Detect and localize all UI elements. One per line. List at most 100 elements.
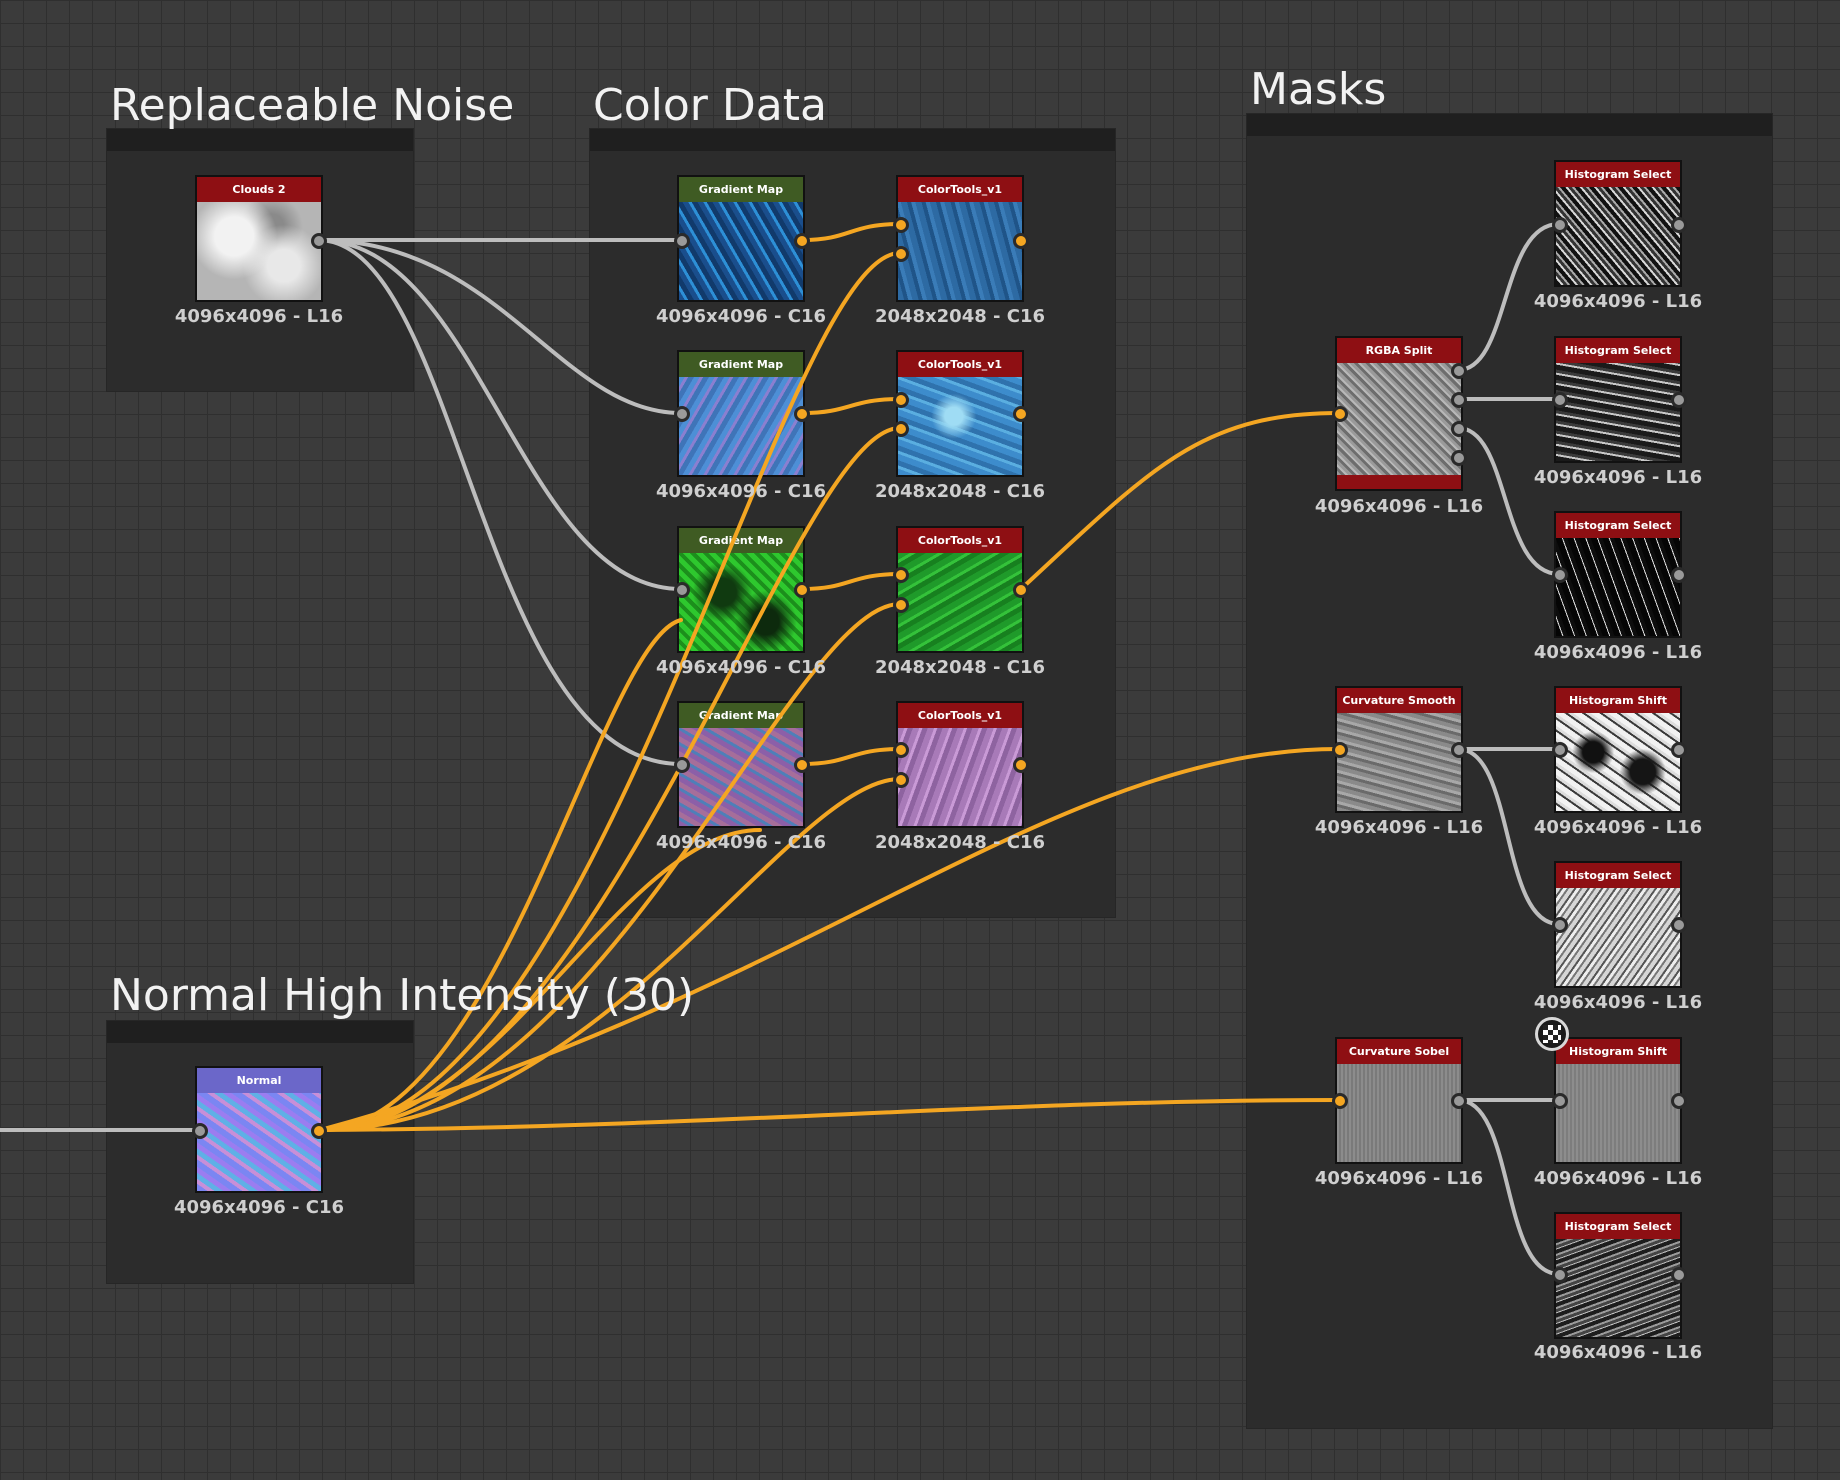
input-port[interactable] — [1332, 1093, 1348, 1109]
node-header: Histogram Select — [1556, 162, 1680, 187]
node-resolution-label: 4096x4096 - L16 — [1533, 1168, 1703, 1189]
node-gradient-map[interactable]: Gradient Map — [677, 350, 805, 477]
node-header: ColorTools_v1 — [898, 703, 1022, 728]
input-port[interactable] — [1552, 1267, 1568, 1283]
frame-header-bar[interactable] — [107, 1021, 413, 1043]
output-port-a[interactable] — [1451, 450, 1467, 466]
input-port[interactable] — [674, 406, 690, 422]
frame-header-bar[interactable] — [107, 129, 413, 151]
node-resolution-label: 4096x4096 - L16 — [1533, 1342, 1703, 1363]
frame-header-bar[interactable] — [1247, 114, 1772, 136]
output-port[interactable] — [1671, 1267, 1687, 1283]
frame-title-color-data: Color Data — [593, 80, 827, 131]
output-port[interactable] — [1013, 582, 1029, 598]
output-port[interactable] — [794, 582, 810, 598]
input-port[interactable] — [1332, 406, 1348, 422]
node-histogram-select[interactable]: Histogram Select — [1554, 160, 1682, 287]
node-thumbnail — [898, 202, 1022, 300]
output-port[interactable] — [1671, 567, 1687, 583]
node-colortools[interactable]: ColorTools_v1 — [896, 701, 1024, 828]
output-port[interactable] — [1013, 406, 1029, 422]
node-resolution-label: 4096x4096 - C16 — [655, 657, 827, 678]
node-histogram-select[interactable]: Histogram Select — [1554, 511, 1682, 638]
node-gradient-map[interactable]: Gradient Map — [677, 701, 805, 828]
node-histogram-select[interactable]: Histogram Select — [1554, 861, 1682, 988]
node-thumbnail — [679, 202, 803, 300]
input-port[interactable] — [893, 772, 909, 788]
input-port[interactable] — [1552, 392, 1568, 408]
output-port[interactable] — [1671, 217, 1687, 233]
node-normal[interactable]: Normal — [195, 1066, 323, 1193]
output-port[interactable] — [1451, 742, 1467, 758]
frame-color-data[interactable] — [589, 128, 1116, 918]
node-histogram-select[interactable]: Histogram Select — [1554, 336, 1682, 463]
output-port[interactable] — [311, 1123, 327, 1139]
node-thumbnail — [898, 377, 1022, 475]
output-port[interactable] — [1013, 233, 1029, 249]
output-port-r[interactable] — [1451, 363, 1467, 379]
input-port[interactable] — [1552, 217, 1568, 233]
output-port[interactable] — [794, 406, 810, 422]
input-port[interactable] — [1552, 742, 1568, 758]
output-port[interactable] — [794, 233, 810, 249]
node-resolution-label: 4096x4096 - L16 — [1533, 291, 1703, 312]
input-port[interactable] — [674, 233, 690, 249]
node-thumbnail — [197, 202, 321, 300]
input-port[interactable] — [1332, 742, 1348, 758]
node-header: Histogram Select — [1556, 513, 1680, 538]
input-port[interactable] — [893, 421, 909, 437]
node-gradient-map[interactable]: Gradient Map — [677, 175, 805, 302]
input-port[interactable] — [893, 742, 909, 758]
node-header: Normal — [197, 1068, 321, 1093]
output-port-g[interactable] — [1451, 392, 1467, 408]
input-port[interactable] — [1552, 567, 1568, 583]
input-port[interactable] — [674, 757, 690, 773]
input-port[interactable] — [893, 217, 909, 233]
node-thumbnail — [679, 377, 803, 475]
node-histogram-shift[interactable]: Histogram Shift — [1554, 1037, 1682, 1164]
output-port[interactable] — [794, 757, 810, 773]
checker-pattern — [1543, 1025, 1561, 1043]
node-histogram-shift[interactable]: Histogram Shift — [1554, 686, 1682, 813]
output-port[interactable] — [1671, 1093, 1687, 1109]
node-resolution-label: 4096x4096 - L16 — [1533, 642, 1703, 663]
output-port[interactable] — [1451, 1093, 1467, 1109]
node-thumbnail — [898, 728, 1022, 826]
output-port-b[interactable] — [1451, 421, 1467, 437]
output-port[interactable] — [1013, 757, 1029, 773]
node-header: Histogram Select — [1556, 338, 1680, 363]
node-header: Gradient Map — [679, 352, 803, 377]
output-port[interactable] — [1671, 917, 1687, 933]
node-resolution-label: 4096x4096 - C16 — [655, 481, 827, 502]
node-colortools[interactable]: ColorTools_v1 — [896, 350, 1024, 477]
checker-badge-icon[interactable] — [1535, 1017, 1569, 1051]
frame-header-bar[interactable] — [590, 129, 1115, 151]
node-colortools[interactable]: ColorTools_v1 — [896, 526, 1024, 653]
output-port[interactable] — [311, 233, 327, 249]
output-port[interactable] — [1671, 392, 1687, 408]
node-curvature-smooth[interactable]: Curvature Smooth — [1335, 686, 1463, 813]
node-rgba-split[interactable]: RGBA Split — [1335, 336, 1463, 491]
node-thumbnail — [1556, 888, 1680, 986]
node-histogram-select[interactable]: Histogram Select — [1554, 1212, 1682, 1339]
output-port[interactable] — [1671, 742, 1687, 758]
input-port[interactable] — [893, 246, 909, 262]
node-colortools[interactable]: ColorTools_v1 — [896, 175, 1024, 302]
input-port[interactable] — [893, 392, 909, 408]
input-port[interactable] — [674, 582, 690, 598]
node-curvature-sobel[interactable]: Curvature Sobel — [1335, 1037, 1463, 1164]
node-thumbnail — [679, 553, 803, 651]
input-port[interactable] — [1552, 917, 1568, 933]
input-port[interactable] — [192, 1123, 208, 1139]
frame-title-normal-high-intensity: Normal High Intensity (30) — [110, 970, 695, 1021]
node-gradient-map[interactable]: Gradient Map — [677, 526, 805, 653]
node-resolution-label: 4096x4096 - L16 — [1533, 467, 1703, 488]
node-thumbnail — [898, 553, 1022, 651]
node-clouds-2[interactable]: Clouds 2 — [195, 175, 323, 302]
node-header: ColorTools_v1 — [898, 352, 1022, 377]
input-port[interactable] — [893, 567, 909, 583]
input-port[interactable] — [893, 597, 909, 613]
input-port[interactable] — [1552, 1093, 1568, 1109]
node-header: Gradient Map — [679, 177, 803, 202]
node-thumbnail — [1337, 1064, 1461, 1162]
